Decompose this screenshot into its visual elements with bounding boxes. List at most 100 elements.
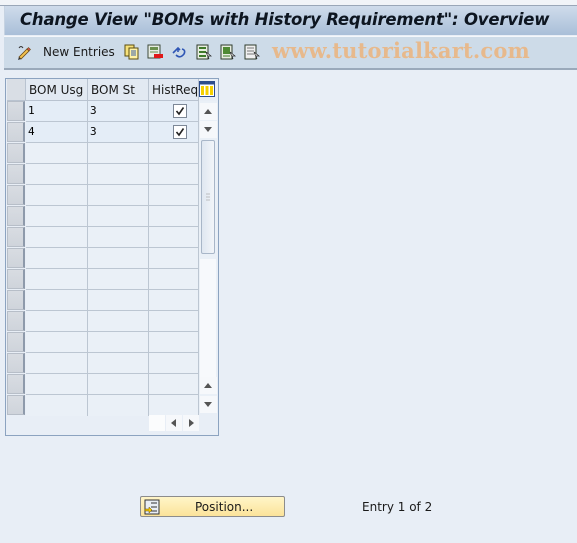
column-header-bom-st[interactable]: BOM St (88, 79, 149, 101)
cell-bom-st (88, 269, 149, 290)
column-header-histreq[interactable]: HistReq (149, 79, 199, 101)
select-block-button[interactable] (220, 43, 236, 61)
arrow-up-icon (204, 109, 212, 114)
cell-histreq (149, 143, 199, 164)
page-title: Change View "BOMs with History Requireme… (20, 10, 550, 29)
table-settings-icon[interactable] (199, 81, 215, 97)
row-selector-button[interactable] (7, 395, 25, 415)
cell-bom-usg (26, 353, 88, 374)
edit-pencil-icon (16, 44, 32, 60)
scroll-right-button[interactable] (183, 415, 199, 431)
cell-bom-st (88, 248, 149, 269)
application-toolbar: New Entries www.tutorialkart.com (4, 36, 577, 70)
cell-histreq (149, 332, 199, 353)
cell-bom-usg (26, 290, 88, 311)
position-button[interactable]: Position... (140, 496, 285, 517)
scroll-left-button[interactable] (166, 415, 182, 431)
cell-bom-st (88, 353, 149, 374)
cell-bom-st (88, 143, 149, 164)
row-selector-button[interactable] (7, 227, 25, 247)
row-selector-button[interactable] (7, 332, 25, 352)
cell-bom-usg (26, 164, 88, 185)
cell-bom-st[interactable]: 3 (88, 122, 149, 143)
cell-bom-st (88, 374, 149, 395)
undo-button[interactable] (171, 43, 187, 61)
delete-button[interactable] (147, 43, 163, 61)
cell-bom-st (88, 332, 149, 353)
cell-bom-st (88, 395, 149, 416)
horizontal-scrollbar[interactable] (149, 415, 199, 432)
copy-button[interactable] (124, 43, 140, 61)
cell-bom-usg (26, 248, 88, 269)
scroll-up-button[interactable] (200, 103, 217, 120)
copy-icon (124, 44, 140, 60)
row-selector-button[interactable] (7, 353, 25, 373)
page-up-button[interactable] (200, 377, 217, 394)
cell-histreq (149, 353, 199, 374)
new-entries-label: New Entries (43, 45, 115, 59)
position-icon (144, 499, 160, 515)
select-all-button[interactable] (196, 43, 212, 61)
cell-histreq (149, 227, 199, 248)
row-selector-button[interactable] (7, 122, 25, 142)
cell-bom-st[interactable]: 3 (88, 101, 149, 122)
cell-histreq (149, 290, 199, 311)
delete-icon (147, 44, 163, 60)
deselect-all-icon (244, 44, 260, 60)
scroll-down-button[interactable] (200, 121, 217, 138)
vertical-scrollbar[interactable] (199, 101, 217, 413)
cell-histreq (149, 395, 199, 416)
select-all-icon (196, 44, 212, 60)
new-entries-button[interactable]: New Entries (16, 43, 115, 61)
entry-counter: Entry 1 of 2 (362, 500, 433, 514)
cell-histreq (149, 269, 199, 290)
deselect-all-button[interactable] (244, 43, 260, 61)
select-block-icon (220, 44, 236, 60)
cell-histreq (149, 248, 199, 269)
checkmark-icon (175, 128, 185, 137)
column-header-bom-usg[interactable]: BOM Usg (26, 79, 88, 101)
cell-bom-st (88, 290, 149, 311)
cell-histreq (149, 185, 199, 206)
checkmark-icon (175, 107, 185, 116)
cell-bom-st (88, 206, 149, 227)
cell-histreq (149, 164, 199, 185)
cell-bom-usg[interactable]: 1 (26, 101, 88, 122)
grip-icon (206, 193, 210, 201)
row-selector-button[interactable] (7, 185, 25, 205)
row-selector-button[interactable] (7, 248, 25, 268)
row-selector-button[interactable] (7, 101, 25, 121)
hscroll-track (149, 415, 165, 431)
row-selector-button[interactable] (7, 164, 25, 184)
page-down-button[interactable] (200, 396, 217, 413)
row-selector-button[interactable] (7, 311, 25, 331)
row-selector-button[interactable] (7, 290, 25, 310)
cell-bom-usg (26, 311, 88, 332)
undo-icon (171, 44, 187, 60)
select-all-rows-button[interactable] (7, 79, 26, 101)
row-selector-button[interactable] (7, 143, 25, 163)
cell-bom-usg[interactable]: 4 (26, 122, 88, 143)
cell-bom-usg (26, 332, 88, 353)
row-selector-button[interactable] (7, 269, 25, 289)
row-selector-button[interactable] (7, 206, 25, 226)
scrollbar-thumb[interactable] (201, 140, 215, 254)
cell-histreq (149, 311, 199, 332)
arrow-left-icon (171, 419, 176, 427)
cell-bom-st (88, 164, 149, 185)
histreq-checkbox[interactable] (173, 104, 187, 118)
arrow-up-icon (204, 383, 212, 388)
histreq-checkbox[interactable] (173, 125, 187, 139)
watermark-text: www.tutorialkart.com (272, 38, 530, 63)
table-control: BOM Usg BOM St HistReq 1343 (5, 78, 219, 436)
cell-histreq (149, 206, 199, 227)
cell-histreq (149, 122, 199, 143)
title-bar: Change View "BOMs with History Requireme… (4, 6, 577, 35)
cell-bom-usg (26, 185, 88, 206)
cell-bom-usg (26, 227, 88, 248)
cell-bom-st (88, 311, 149, 332)
arrow-right-icon (189, 419, 194, 427)
cell-histreq (149, 101, 199, 122)
cell-bom-st (88, 227, 149, 248)
row-selector-button[interactable] (7, 374, 25, 394)
